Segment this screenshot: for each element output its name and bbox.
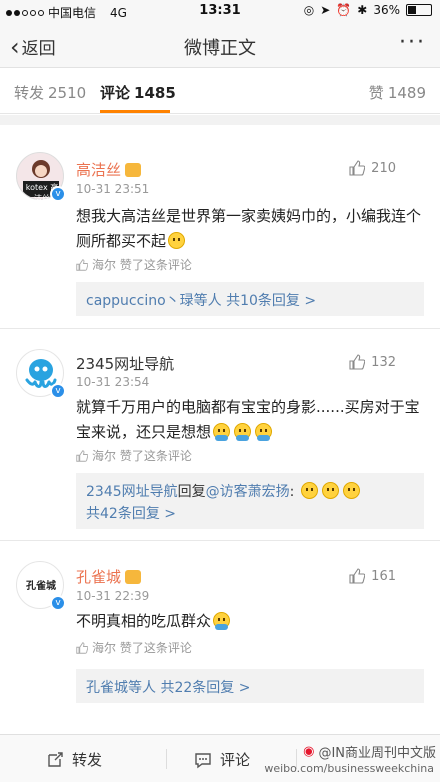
tab-likes[interactable]: 赞 1489 [369, 82, 426, 103]
vip-crown-icon [125, 569, 142, 584]
page-title: 微博正文 [184, 38, 256, 59]
vip-crown-icon [125, 162, 142, 177]
tab-reposts-count: 2510 [48, 84, 87, 102]
comment-author-name: 2345网址导航 [76, 355, 175, 373]
emoji-icon [213, 612, 231, 630]
bluetooth-icon: ✱ [357, 3, 368, 17]
thumbs-up-icon [76, 449, 88, 462]
liked-by: 海尔 赞了这条评论 [76, 256, 192, 273]
emoji-icon [342, 482, 360, 499]
liked-by-text: 海尔 赞了这条评论 [92, 258, 192, 272]
location-icon: ➤ [320, 3, 331, 17]
verified-icon: v [50, 186, 66, 202]
like-button[interactable]: 132 [349, 354, 396, 370]
like-button[interactable]: 210 [349, 160, 396, 176]
thumbs-up-icon [349, 354, 366, 370]
weibo-logo-icon: ◉ [303, 744, 315, 759]
reply-colon: : [289, 484, 295, 500]
emoji-icon [213, 423, 231, 441]
status-bar: 中国电信 4G 13:31 ◎ ➤ ⏰ ✱ 36% [0, 0, 440, 22]
liked-by: 海尔 赞了这条评论 [76, 447, 192, 464]
verified-icon: v [50, 383, 66, 399]
lock-rotation-icon: ◎ [303, 3, 315, 17]
comment-text: 想我大高洁丝是世界第一家卖姨妈巾的，小编我连个厕所都买不起 [76, 204, 426, 254]
emoji-icon [321, 482, 339, 499]
reply-author[interactable]: 2345网址导航 [86, 484, 178, 500]
comment-time: 10-31 23:54 [76, 375, 150, 389]
nav-bar: ‹ 返回 微博正文 ··· [0, 22, 440, 68]
tab-likes-count: 1489 [387, 84, 426, 102]
tab-bar: 转发 2510 评论 1485 赞 1489 [0, 68, 440, 114]
avatar-brand-label: 孔雀城 [26, 581, 56, 592]
watermark-handle: ◉ @IN商业周刊中文版 [303, 742, 436, 761]
comment-body: 不明真相的吃瓜群众 [76, 612, 212, 630]
reply-verb: 回复 [177, 484, 206, 500]
comment-time: 10-31 23:51 [76, 182, 150, 196]
tab-reposts-label: 转发 [14, 84, 45, 102]
tab-comments[interactable]: 评论 1485 [100, 82, 176, 103]
comment-time: 10-31 22:39 [76, 589, 150, 603]
comment-author-name: 孔雀城 [76, 568, 122, 586]
comment-icon [195, 752, 211, 768]
comment-label: 评论 [220, 751, 251, 769]
reply-preview[interactable]: 孔雀城等人 共22条回复 > [76, 669, 424, 703]
tab-likes-label: 赞 [368, 84, 384, 102]
reply-count-link[interactable]: 共42条回复 > [86, 503, 414, 525]
thumbs-up-icon [349, 568, 366, 584]
like-count: 210 [371, 160, 396, 176]
tab-reposts[interactable]: 转发 2510 [14, 82, 86, 103]
comment-author[interactable]: 孔雀城 [76, 566, 142, 587]
repost-icon [48, 751, 63, 767]
like-count: 132 [371, 354, 396, 370]
liked-by: 海尔 赞了这条评论 [76, 639, 192, 656]
verified-icon: v [50, 595, 66, 611]
thumbs-up-icon [76, 641, 88, 654]
comment-button[interactable]: 评论 [194, 749, 250, 770]
comment-body: 想我大高洁丝是世界第一家卖姨妈巾的，小编我连个厕所都买不起 [76, 207, 422, 250]
like-button[interactable]: 161 [349, 568, 396, 584]
comment-author[interactable]: 高洁丝 [76, 159, 142, 180]
watermark-handle-text: @IN商业周刊中文版 [318, 746, 436, 761]
alarm-icon: ⏰ [336, 3, 352, 17]
comment-author-name: 高洁丝 [76, 161, 122, 179]
liked-by-text: 海尔 赞了这条评论 [92, 449, 192, 463]
thumbs-up-icon [349, 160, 366, 176]
battery-icon [406, 4, 432, 16]
comment-text: 就算千万用户的电脑都有宝宝的身影......买房对于宝宝来说，还只是想想 [76, 395, 426, 445]
thumbs-up-icon [76, 258, 88, 271]
battery-percent: 36% [373, 3, 400, 17]
reply-preview[interactable]: 2345网址导航回复@访客萧宏扬: 共42条回复 > [76, 473, 424, 529]
more-button[interactable]: ··· [399, 32, 426, 54]
toolbar-divider [166, 749, 167, 769]
like-count: 161 [371, 568, 396, 584]
reply-users[interactable]: cappuccino丶琭等人 [86, 293, 222, 309]
emoji-icon [168, 232, 186, 249]
reply-count-link[interactable]: 共22条回复 > [160, 680, 250, 696]
comment-item: v 2345网址导航 10-31 23:54 132 就算千万用户的电脑都有宝宝… [0, 329, 440, 539]
comment-text: 不明真相的吃瓜群众 [76, 609, 426, 634]
emoji-icon [300, 482, 318, 499]
section-separator [0, 115, 440, 125]
watermark-url: weibo.com/businessweekchina [264, 762, 434, 775]
reply-users[interactable]: 孔雀城等人 [86, 680, 156, 696]
reply-mention[interactable]: @访客萧宏扬 [206, 484, 290, 500]
tab-comments-label: 评论 [100, 84, 131, 102]
emoji-icon [234, 423, 252, 441]
reply-count-link[interactable]: 共10条回复 > [226, 293, 316, 309]
status-right: ◎ ➤ ⏰ ✱ 36% [304, 3, 432, 17]
liked-by-text: 海尔 赞了这条评论 [92, 641, 192, 655]
comment-item: 孔雀城 v 孔雀城 10-31 22:39 161 不明真相的吃瓜群众 海尔 赞… [0, 541, 440, 721]
reply-line: 2345网址导航回复@访客萧宏扬: [86, 481, 414, 503]
tab-comments-count: 1485 [134, 84, 176, 102]
emoji-icon [255, 423, 273, 441]
reply-preview[interactable]: cappuccino丶琭等人 共10条回复 > [76, 282, 424, 316]
active-tab-indicator [100, 110, 170, 113]
repost-label: 转发 [72, 751, 103, 769]
comment-author[interactable]: 2345网址导航 [76, 353, 174, 374]
repost-button[interactable]: 转发 [46, 749, 102, 770]
comment-item: kotex 高洁丝 v 高洁丝 10-31 23:51 210 想我大高洁丝是世… [0, 126, 440, 328]
